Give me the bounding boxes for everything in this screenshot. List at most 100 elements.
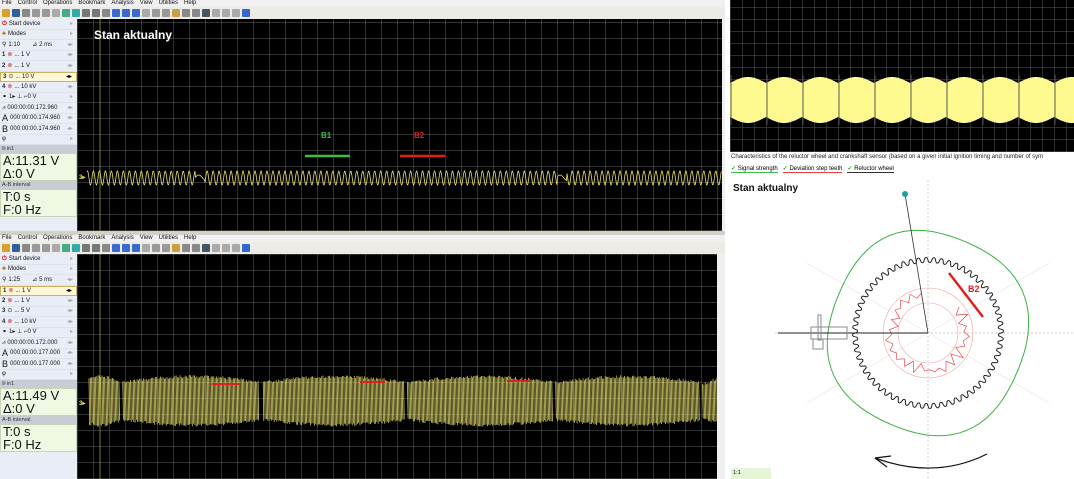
toolbar-button-icon[interactable] bbox=[222, 244, 230, 252]
legend-checks: ✓ Signal strength ✓ Deviation step teeth… bbox=[731, 165, 894, 173]
start-device-button[interactable]: ⏻ Start device ▸ bbox=[0, 254, 77, 265]
trigger-row[interactable]: ⚭ 1▸ ⊥ ⌐0 V ▸ bbox=[0, 93, 77, 104]
toolbar-button-icon[interactable] bbox=[232, 9, 240, 17]
menu-view[interactable]: View bbox=[140, 0, 153, 7]
menu-analysis[interactable]: Analysis bbox=[111, 0, 133, 7]
toolbar-button-icon[interactable] bbox=[142, 9, 150, 17]
input-section-label: ⊪in1 bbox=[0, 380, 77, 388]
cursor-b-row[interactable]: B 000:00:00.177.000 ◂▸ bbox=[0, 359, 77, 370]
channel-3[interactable]: 3 ⊙... 5 V ◂▸ bbox=[0, 307, 77, 318]
menu-help[interactable]: Help bbox=[184, 235, 196, 242]
channel-1[interactable]: 1 ⊗... 1 V ◂▸ bbox=[0, 51, 77, 62]
toolbar-button-icon[interactable] bbox=[202, 244, 210, 252]
toolbar-button-icon[interactable] bbox=[122, 244, 130, 252]
toolbar-button-icon[interactable] bbox=[102, 9, 110, 17]
menu-file[interactable]: File bbox=[2, 0, 12, 7]
toolbar-button-icon[interactable] bbox=[132, 244, 140, 252]
toolbar-button-icon[interactable] bbox=[72, 9, 80, 17]
toolbar-button-icon[interactable] bbox=[182, 9, 190, 17]
toolbar-button-icon[interactable] bbox=[242, 9, 250, 17]
toolbar-button-icon[interactable] bbox=[82, 244, 90, 252]
trigger-row[interactable]: ⚭ 1▸ ⊥ ⌐0 V ▸ bbox=[0, 328, 77, 339]
menu-help[interactable]: Help bbox=[184, 0, 196, 7]
menu-analysis[interactable]: Analysis bbox=[111, 235, 133, 242]
toolbar-button-icon[interactable] bbox=[2, 244, 10, 252]
channel-4[interactable]: 4 ⊗... 10 kV ◂▸ bbox=[0, 82, 77, 93]
toolbar-button-icon[interactable] bbox=[172, 244, 180, 252]
toolbar-button-icon[interactable] bbox=[172, 9, 180, 17]
toolbar-button-icon[interactable] bbox=[52, 9, 60, 17]
check-reluctor-wheel[interactable]: ✓ Reluctor wheel bbox=[847, 165, 893, 173]
menu-view[interactable]: View bbox=[140, 235, 153, 242]
toolbar-button-icon[interactable] bbox=[62, 9, 70, 17]
toolbar-button-icon[interactable] bbox=[2, 9, 10, 17]
menu-bookmark[interactable]: Bookmark bbox=[78, 235, 105, 242]
modes-button[interactable]: ♣ Modes ▸ bbox=[0, 30, 77, 41]
toolbar-button-icon[interactable] bbox=[42, 244, 50, 252]
toolbar-button-icon[interactable] bbox=[202, 9, 210, 17]
toolbar-button-icon[interactable] bbox=[12, 244, 20, 252]
menu-operations[interactable]: Operations bbox=[43, 0, 72, 7]
toolbar-button-icon[interactable] bbox=[182, 244, 190, 252]
check-deviation-step-teeth[interactable]: ✓ Deviation step teeth bbox=[783, 165, 843, 173]
toolbar-button-icon[interactable] bbox=[152, 9, 160, 17]
toolbar-button-icon[interactable] bbox=[142, 244, 150, 252]
menu-bookmark[interactable]: Bookmark bbox=[78, 0, 105, 7]
zoom-timebase-row[interactable]: ⚲ 1:10 ⊿ 2 ms ◂▸ bbox=[0, 40, 77, 51]
zoom-timebase-row[interactable]: ⚲ 1:25 ⊿ 5 ms ◂▸ bbox=[0, 275, 77, 286]
toolbar-button-icon[interactable] bbox=[102, 244, 110, 252]
toolbar-button-icon[interactable] bbox=[152, 244, 160, 252]
menu-operations[interactable]: Operations bbox=[43, 235, 72, 242]
time-position-row[interactable]: ⩘ 000:00:00.172.000 ◂▸ bbox=[0, 338, 77, 349]
toolbar-button-icon[interactable] bbox=[242, 244, 250, 252]
toolbar-button-icon[interactable] bbox=[72, 244, 80, 252]
phase-row[interactable]: φ ▸ bbox=[0, 135, 77, 146]
toolbar-button-icon[interactable] bbox=[192, 9, 200, 17]
toolbar-button-icon[interactable] bbox=[162, 244, 170, 252]
channel-1[interactable]: 1 ⊗... 1 V ◂▸ bbox=[0, 286, 77, 297]
time-position-row[interactable]: ⩘ 000:00:00.172.960 ◂▸ bbox=[0, 103, 77, 114]
cursor-a-row[interactable]: A 000:00:00.177.000 ◂▸ bbox=[0, 349, 77, 360]
toolbar-button-icon[interactable] bbox=[122, 9, 130, 17]
toolbar-button-icon[interactable] bbox=[162, 9, 170, 17]
channel-3[interactable]: 3 ⊙... 10 V ◂▸ bbox=[0, 72, 77, 83]
channel-4[interactable]: 4 ⊗... 10 kV ◂▸ bbox=[0, 317, 77, 328]
menu-control[interactable]: Control bbox=[18, 0, 37, 7]
toolbar-button-icon[interactable] bbox=[212, 244, 220, 252]
channel-3-marker[interactable]: 3▸ bbox=[79, 400, 85, 407]
menu-utilities[interactable]: Utilities bbox=[159, 235, 178, 242]
toolbar-button-icon[interactable] bbox=[32, 9, 40, 17]
cursor-a-row[interactable]: A 000:00:00.174.960 ◂▸ bbox=[0, 114, 77, 125]
toolbar-button-icon[interactable] bbox=[82, 9, 90, 17]
toolbar-button-icon[interactable] bbox=[112, 244, 120, 252]
menu-control[interactable]: Control bbox=[18, 235, 37, 242]
toolbar-button-icon[interactable] bbox=[92, 244, 100, 252]
toolbar-button-icon[interactable] bbox=[222, 9, 230, 17]
channel-2[interactable]: 2 ⊗... 1 V ◂▸ bbox=[0, 296, 77, 307]
phase-row[interactable]: φ ▸ bbox=[0, 370, 77, 381]
channel-2[interactable]: 2 ⊗... 1 V ◂▸ bbox=[0, 61, 77, 72]
cursor-b-row[interactable]: B 000:00:00.174.960 ◂▸ bbox=[0, 124, 77, 135]
toolbar-button-icon[interactable] bbox=[132, 9, 140, 17]
toolbar-button-icon[interactable] bbox=[32, 244, 40, 252]
menu-file[interactable]: File bbox=[2, 235, 12, 242]
check-signal-strength[interactable]: ✓ Signal strength bbox=[731, 165, 778, 173]
toolbar-button-icon[interactable] bbox=[52, 244, 60, 252]
toolbar-button-icon[interactable] bbox=[192, 244, 200, 252]
scope-display[interactable]: Stan aktualny 3▸ B1 B2 bbox=[77, 19, 722, 231]
toolbar-button-icon[interactable] bbox=[12, 9, 20, 17]
channel-off-icon: ⊗ bbox=[8, 286, 13, 297]
toolbar-button-icon[interactable] bbox=[92, 9, 100, 17]
toolbar-button-icon[interactable] bbox=[212, 9, 220, 17]
menu-utilities[interactable]: Utilities bbox=[159, 0, 178, 7]
toolbar-button-icon[interactable] bbox=[112, 9, 120, 17]
toolbar-button-icon[interactable] bbox=[62, 244, 70, 252]
toolbar-button-icon[interactable] bbox=[232, 244, 240, 252]
start-device-button[interactable]: ⏻ Start device ▸ bbox=[0, 19, 77, 30]
toolbar-button-icon[interactable] bbox=[22, 9, 30, 17]
scope-display[interactable]: 3▸ bbox=[77, 254, 717, 479]
toolbar-button-icon[interactable] bbox=[42, 9, 50, 17]
toolbar-button-icon[interactable] bbox=[22, 244, 30, 252]
channel-3-marker[interactable]: 3▸ bbox=[79, 174, 85, 181]
modes-button[interactable]: ♣ Modes ▸ bbox=[0, 265, 77, 276]
